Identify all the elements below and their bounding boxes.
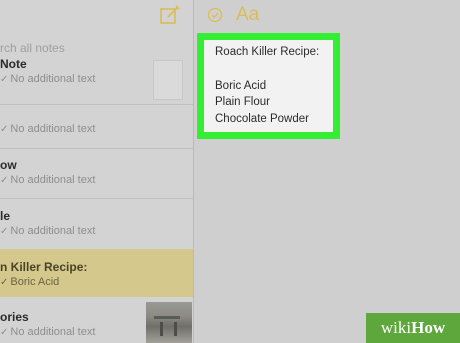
attachment-icon: ✓ (0, 175, 9, 186)
checklist-icon[interactable] (207, 7, 223, 23)
divider (0, 198, 193, 199)
attachment-icon: ✓ (0, 124, 9, 135)
note-title: le (0, 209, 11, 223)
note-photo-thumbnail (146, 302, 192, 343)
attachment-icon: ✓ (0, 226, 9, 237)
search-field[interactable]: rch all notes (0, 41, 65, 55)
note-preview: ✓ No additional text (0, 326, 96, 338)
note-preview: ✓ No additional text (0, 225, 96, 237)
format-button[interactable]: Aa (236, 4, 259, 26)
note-line: Plain Flour (215, 96, 270, 108)
note-line: Boric Acid (215, 80, 267, 92)
note-title: Note (0, 57, 27, 71)
note-preview: ✓ No additional text (0, 73, 96, 85)
note-content[interactable]: Roach Killer Recipe: Boric Acid Plain Fl… (197, 33, 340, 139)
note-preview: ✓ Boric Acid (0, 276, 60, 288)
wikihow-watermark: wikiHow (366, 313, 460, 343)
note-preview: ✓ No additional text (0, 123, 96, 135)
note-thumbnail (153, 60, 183, 100)
note-line: Chocolate Powder (215, 113, 309, 125)
notes-list-panel: rch all notes Note ✓ No additional text ✓… (0, 0, 194, 343)
note-preview: ✓ No additional text (0, 174, 96, 186)
attachment-icon: ✓ (0, 74, 9, 85)
note-title: ow (0, 158, 17, 172)
compose-icon[interactable] (159, 4, 181, 26)
attachment-icon: ✓ (0, 327, 9, 338)
note-title: ories (0, 310, 29, 324)
divider (0, 148, 193, 149)
note-line: Roach Killer Recipe: (215, 46, 320, 58)
divider (0, 104, 193, 105)
note-title: n Killer Recipe: (0, 260, 88, 274)
attachment-icon: ✓ (0, 277, 9, 288)
